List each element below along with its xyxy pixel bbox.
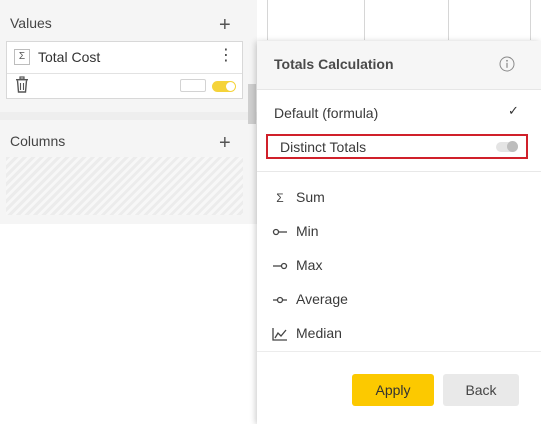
value-toggle[interactable] <box>212 81 236 92</box>
info-icon[interactable] <box>499 56 515 72</box>
values-title: Values <box>10 15 52 31</box>
totals-calculation-popup: Totals Calculation Default (formula) ✓ D… <box>257 41 541 424</box>
format-box[interactable] <box>180 79 206 92</box>
distinct-totals-row[interactable]: Distinct Totals <box>266 134 528 159</box>
grid-line <box>448 0 449 40</box>
aggregation-average[interactable]: Average <box>296 291 348 307</box>
popup-header: Totals Calculation <box>257 41 541 90</box>
default-formula-option[interactable]: Default (formula) <box>274 105 378 121</box>
grid-line <box>364 0 365 40</box>
section-divider <box>0 112 257 120</box>
panel-resize-handle[interactable] <box>248 84 256 124</box>
kebab-menu-icon[interactable]: ⋮ <box>218 46 234 66</box>
trash-icon[interactable] <box>14 76 30 94</box>
apply-button[interactable]: Apply <box>352 374 434 406</box>
median-chart-icon <box>272 328 287 341</box>
value-field-label: Total Cost <box>38 49 101 65</box>
sigma-icon: Σ <box>14 49 30 65</box>
aggregation-sum[interactable]: Sum <box>296 189 325 205</box>
value-field-row[interactable]: Σ Total Cost ⋮ <box>7 42 242 74</box>
average-icon <box>273 296 287 304</box>
check-icon: ✓ <box>508 103 519 118</box>
fields-panel: Values + Σ Total Cost ⋮ Columns + <box>0 0 257 424</box>
value-field-card: Σ Total Cost ⋮ <box>6 41 243 99</box>
sigma-icon: Σ <box>276 191 284 205</box>
add-value-button[interactable]: + <box>219 15 231 35</box>
popup-title: Totals Calculation <box>274 56 394 72</box>
aggregation-max[interactable]: Max <box>296 257 322 273</box>
back-button[interactable]: Back <box>443 374 519 406</box>
columns-drop-zone[interactable] <box>6 157 243 215</box>
aggregation-min[interactable]: Min <box>296 223 319 239</box>
add-column-button[interactable]: + <box>219 133 231 153</box>
max-icon <box>273 262 288 270</box>
grid-line <box>530 0 531 40</box>
divider <box>257 171 541 172</box>
footer-divider <box>257 351 541 352</box>
columns-title: Columns <box>10 133 66 149</box>
grid-line <box>267 0 268 40</box>
aggregation-median[interactable]: Median <box>296 325 342 341</box>
distinct-totals-toggle[interactable] <box>496 141 518 152</box>
min-icon <box>272 228 287 236</box>
distinct-totals-label: Distinct Totals <box>280 139 367 155</box>
